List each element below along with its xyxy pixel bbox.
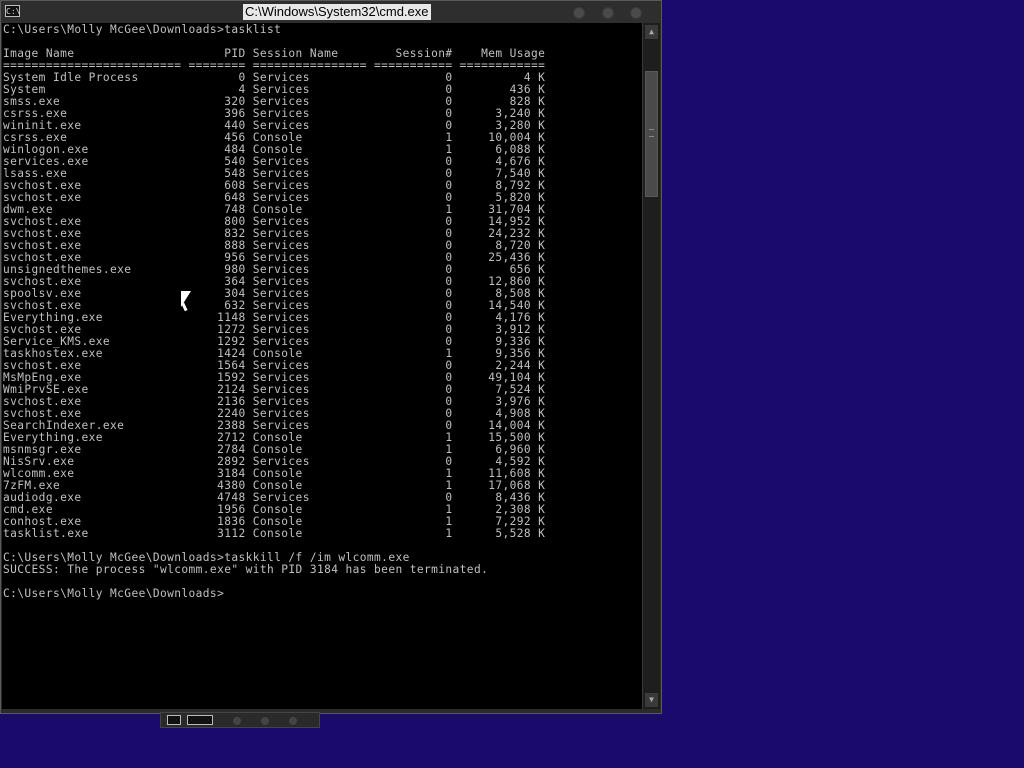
title-bar[interactable]: C:\ C:\Windows\System32\cmd.exe	[1, 1, 661, 23]
minimize-dot-icon[interactable]	[233, 717, 241, 725]
maximize-dot-icon[interactable]	[261, 717, 269, 725]
close-dot-icon[interactable]	[289, 717, 297, 725]
taskbar-thumbnail[interactable]	[160, 712, 320, 728]
scroll-down-arrow-icon[interactable]: ▼	[645, 693, 658, 707]
cmd-window: C:\ C:\Windows\System32\cmd.exe C:\Users…	[0, 0, 662, 714]
cmd-icon[interactable]: C:\	[5, 5, 20, 17]
close-button[interactable]	[630, 7, 642, 19]
thumb-grip-icon	[649, 129, 654, 137]
scroll-thumb[interactable]	[645, 71, 658, 197]
minimize-button[interactable]	[573, 7, 585, 19]
vertical-scrollbar[interactable]: ▲ ▼	[642, 23, 660, 709]
window-title: C:\Windows\System32\cmd.exe	[243, 4, 431, 20]
console-line: C:\Users\Molly McGee\Downloads>	[3, 587, 225, 600]
scroll-up-arrow-icon[interactable]: ▲	[645, 25, 658, 39]
window-icon[interactable]	[167, 715, 181, 725]
console-line: C:\Users\Molly McGee\Downloads>tasklist	[3, 23, 282, 36]
console-output[interactable]: C:\Users\Molly McGee\Downloads>tasklist I…	[2, 23, 642, 709]
console-line: SUCCESS: The process "wlcomm.exe" with P…	[3, 563, 489, 576]
mouse-pointer-icon	[181, 291, 191, 307]
maximize-button[interactable]	[602, 7, 614, 19]
cmd-thumbnail-icon[interactable]	[187, 715, 213, 725]
console-line: tasklist.exe 3112 Console 1 5,528 K	[3, 527, 546, 540]
